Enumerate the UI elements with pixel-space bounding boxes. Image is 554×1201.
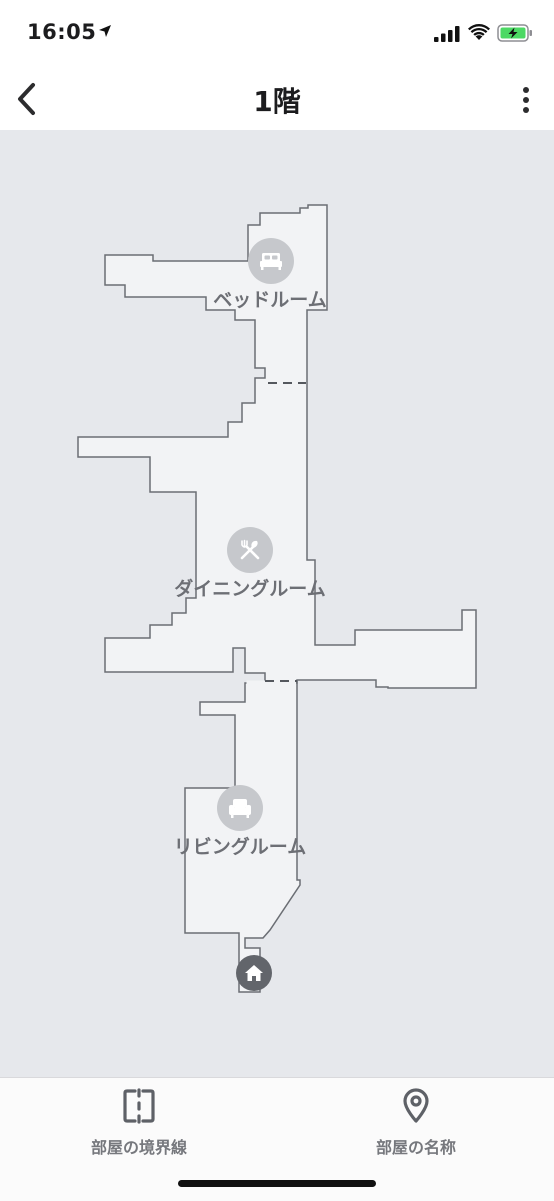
battery-charging-icon xyxy=(497,24,532,42)
more-options-button[interactable] xyxy=(508,78,544,122)
home-icon xyxy=(245,965,263,981)
status-bar: 16:05 xyxy=(0,0,554,68)
location-arrow-icon xyxy=(99,25,111,37)
room-dining-marker[interactable] xyxy=(227,527,273,573)
room-living-marker[interactable] xyxy=(217,785,263,831)
wifi-icon xyxy=(468,24,490,40)
location-pin-icon xyxy=(403,1088,429,1123)
room-boundary-button[interactable]: 部屋の境界線 xyxy=(69,1086,209,1157)
room-bedroom-marker[interactable] xyxy=(248,238,294,284)
status-time: 16:05 xyxy=(27,20,97,44)
split-boundary-icon xyxy=(123,1088,155,1124)
room-boundary-label: 部屋の境界線 xyxy=(90,1138,187,1157)
page-title: 1階 xyxy=(253,85,301,118)
home-indicator xyxy=(178,1180,376,1187)
armchair-icon xyxy=(229,799,251,818)
cellular-signal-icon xyxy=(434,26,460,42)
nav-bar: 1階 xyxy=(0,68,554,130)
room-name-button[interactable]: 部屋の名称 xyxy=(346,1086,486,1157)
room-name-label: 部屋の名称 xyxy=(375,1138,456,1157)
more-vertical-icon xyxy=(523,87,529,113)
fork-knife-icon xyxy=(240,539,260,560)
floor-map[interactable]: ベッドルーム ダイニングルーム リビングルーム xyxy=(0,130,554,1077)
bed-icon xyxy=(260,253,282,270)
room-label-living[interactable]: リビングルーム xyxy=(174,832,306,859)
charging-dock-marker xyxy=(236,955,272,991)
room-label-dining[interactable]: ダイニングルーム xyxy=(174,574,325,601)
room-label-bedroom[interactable]: ベッドルーム xyxy=(213,285,326,312)
